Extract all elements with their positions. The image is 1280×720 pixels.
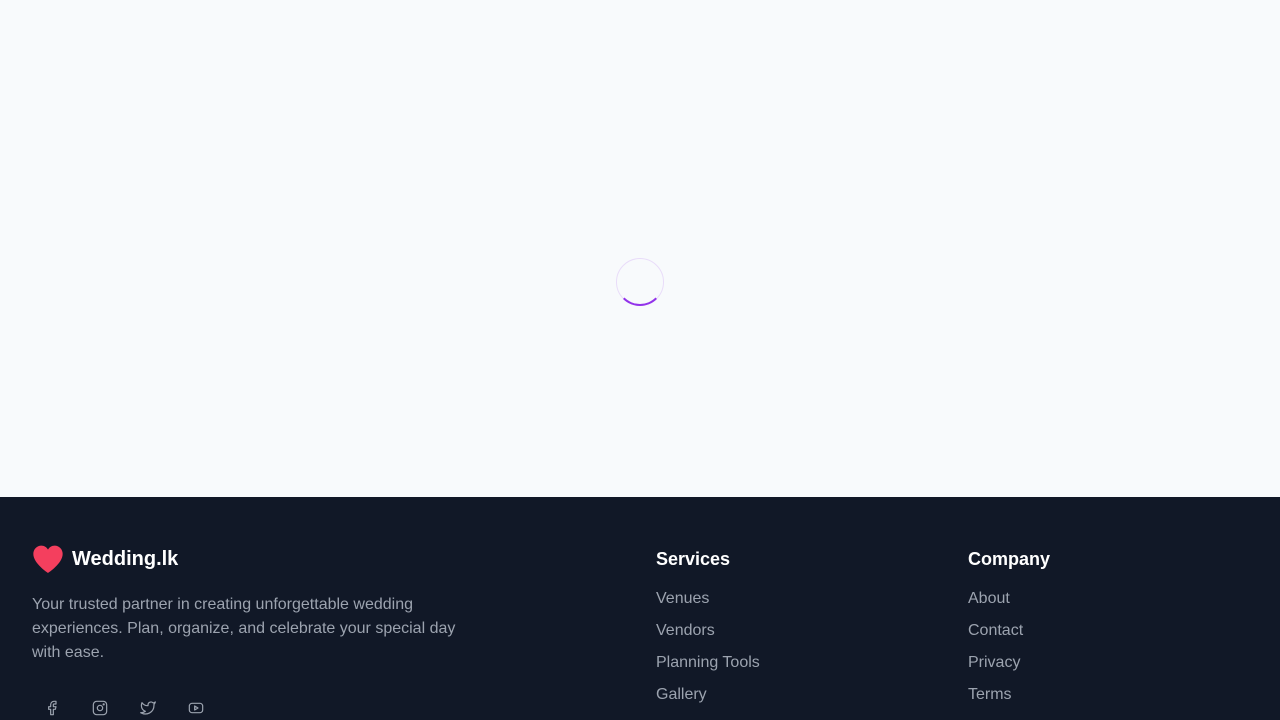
services-heading: Services [656,549,731,569]
instagram-icon [92,700,108,716]
loading-spinner [616,258,664,306]
footer-link-privacy[interactable]: Privacy [968,653,1050,673]
footer-link-venues[interactable]: Venues [656,589,760,609]
footer-link-about[interactable]: About [968,589,1050,609]
footer-link-planning-tools[interactable]: Planning Tools [656,653,760,673]
footer-brand[interactable]: Wedding.lk [32,544,178,574]
site-footer: Wedding.lk Your trusted partner in creat… [0,497,1280,720]
youtube-link[interactable] [184,696,208,720]
brand-name: Wedding.lk [72,548,179,570]
services-column: Services Venues Vendors Planning Tools G… [656,547,760,717]
facebook-link[interactable] [40,696,64,720]
main-content-area [0,0,1280,497]
instagram-link[interactable] [88,696,112,720]
youtube-icon [188,702,204,714]
company-column: Company About Contact Privacy Terms [968,547,1050,717]
footer-link-vendors[interactable]: Vendors [656,621,760,641]
footer-tagline: Your trusted partner in creating unforge… [32,596,456,661]
social-links [40,696,208,720]
footer-link-terms[interactable]: Terms [968,685,1050,705]
twitter-link[interactable] [136,696,160,720]
facebook-icon [48,700,57,716]
footer-link-contact[interactable]: Contact [968,621,1050,641]
twitter-icon [140,701,156,715]
footer-link-gallery[interactable]: Gallery [656,685,760,705]
heart-icon [32,544,64,574]
company-heading: Company [968,549,1051,569]
